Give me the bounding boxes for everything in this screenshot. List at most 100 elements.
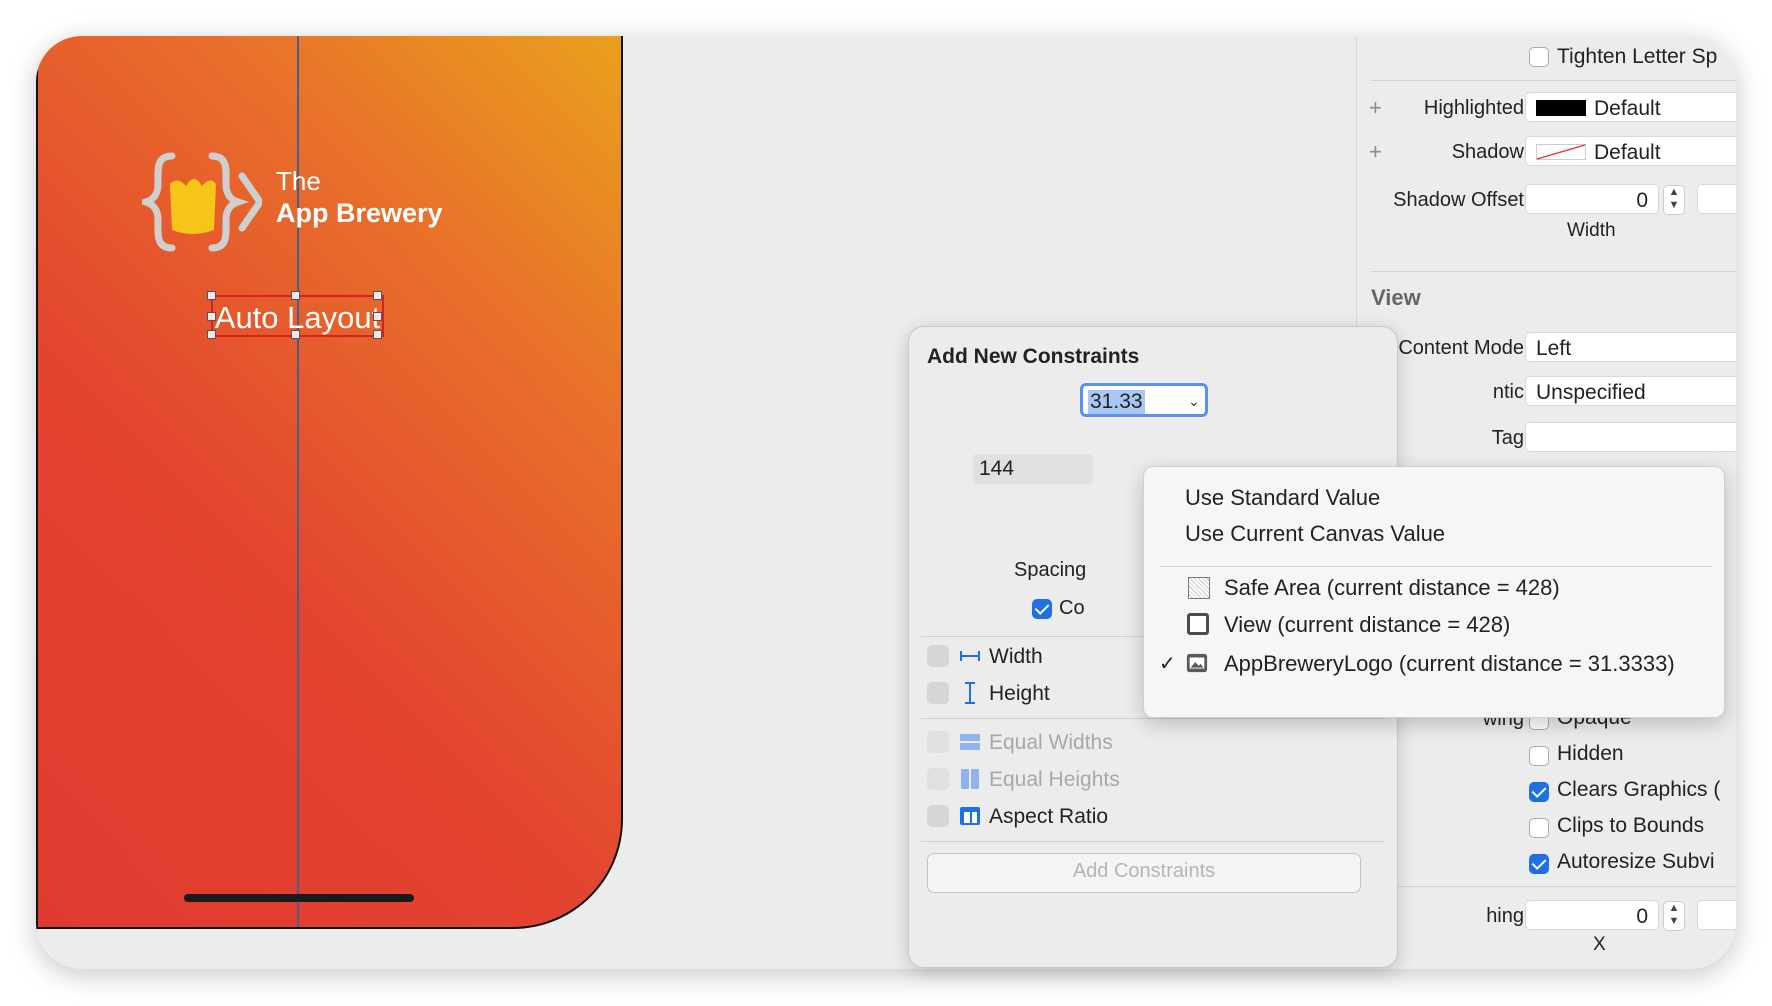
autoresize-label: Autoresize Subvi [1557, 850, 1715, 873]
resize-handle[interactable] [291, 291, 300, 300]
height-label: Height [989, 682, 1050, 705]
semantic-row: ntic Unspecified [1357, 376, 1736, 408]
divider [1371, 886, 1736, 887]
semantic-popup[interactable]: Unspecified [1525, 376, 1736, 406]
chevron-down-icon[interactable]: ⌄ [1188, 393, 1200, 410]
equal-heights-row: Equal Heights [927, 764, 1367, 796]
resize-handle[interactable] [373, 330, 382, 339]
color-swatch [1536, 100, 1586, 116]
stretching-y-field[interactable] [1697, 900, 1736, 930]
tighten-letter-label: Tighten Letter Sp [1557, 45, 1718, 68]
divider [1160, 566, 1712, 567]
constraint-target-menu: Use Standard Value Use Current Canvas Va… [1143, 466, 1725, 718]
plus-icon[interactable]: + [1369, 95, 1382, 121]
brewery-logo-icon [142, 152, 262, 252]
shadow-value: Default [1594, 141, 1661, 164]
highlighted-value: Default [1594, 97, 1661, 120]
stretching-value: 0 [1636, 905, 1648, 928]
equal-widths-row: Equal Widths [927, 727, 1367, 759]
shadow-color-popup[interactable]: Default [1525, 136, 1736, 166]
height-checkbox[interactable] [927, 682, 949, 704]
menu-item-view[interactable]: View (current distance = 428) [1224, 612, 1510, 638]
clears-graphics-checkbox[interactable] [1529, 782, 1549, 802]
clips-to-bounds-checkbox[interactable] [1529, 818, 1549, 838]
width-caption: Width [1567, 220, 1616, 241]
semantic-value: Unspecified [1536, 381, 1646, 404]
menu-item-use-current-canvas-value[interactable]: Use Current Canvas Value [1185, 521, 1445, 547]
clears-graphics-label: Clears Graphics ( [1557, 778, 1721, 801]
plus-icon[interactable]: + [1369, 139, 1382, 165]
resize-handle[interactable] [291, 330, 300, 339]
equal-heights-checkbox[interactable] [927, 768, 949, 790]
hidden-checkbox[interactable] [1529, 746, 1549, 766]
logo-text-name: App Brewery [276, 198, 443, 228]
equal-widths-icon [960, 734, 980, 750]
resize-handle[interactable] [373, 312, 382, 321]
constrain-to-margins-checkbox[interactable] [1032, 599, 1052, 619]
equal-heights-icon [961, 769, 979, 789]
tag-field[interactable] [1525, 422, 1736, 452]
app-brewery-logo[interactable]: The App Brewery [142, 148, 472, 258]
shadow-row: + Shadow Default [1357, 136, 1736, 168]
tighten-letter-checkbox[interactable] [1529, 47, 1549, 67]
resize-handle[interactable] [373, 291, 382, 300]
equal-widths-checkbox[interactable] [927, 731, 949, 753]
tag-label: Tag [1491, 427, 1524, 449]
menu-item-safe-area[interactable]: Safe Area (current distance = 428) [1224, 575, 1560, 601]
leading-constraint-field[interactable]: 144 [973, 454, 1093, 484]
image-view-icon [1186, 653, 1208, 673]
content-mode-row: Content Mode Left [1357, 332, 1736, 364]
equal-heights-label: Equal Heights [989, 768, 1120, 791]
view-icon [1187, 613, 1209, 635]
clips-to-bounds-label: Clips to Bounds [1557, 814, 1705, 837]
highlighted-row: + Highlighted Default [1357, 92, 1736, 124]
top-constraint-field[interactable]: 31.33 ⌄ [1080, 383, 1208, 417]
logo-text-the: The [276, 166, 321, 196]
resize-handle[interactable] [207, 330, 216, 339]
resize-handle[interactable] [207, 291, 216, 300]
home-indicator [184, 894, 414, 902]
shadow-label: Shadow [1451, 141, 1524, 163]
phone-canvas[interactable]: The App Brewery Auto Layout [36, 36, 623, 929]
width-label: Width [989, 645, 1043, 668]
stepper[interactable]: ▲ ▼ [1663, 901, 1685, 931]
shadow-offset-width-field[interactable]: 0 [1525, 184, 1659, 214]
add-constraints-button[interactable]: Add Constraints [927, 853, 1361, 893]
height-icon [965, 682, 975, 704]
shadow-offset-value: 0 [1636, 189, 1648, 212]
view-section-title: View [1371, 285, 1421, 310]
aspect-ratio-icon [960, 807, 980, 825]
menu-item-use-standard-value[interactable]: Use Standard Value [1185, 485, 1380, 511]
menu-item-appbrewerylogo[interactable]: AppBreweryLogo (current distance = 31.33… [1224, 651, 1675, 677]
shadow-offset-label: Shadow Offset [1393, 189, 1524, 211]
resize-handle[interactable] [207, 312, 216, 321]
aspect-ratio-checkbox[interactable] [927, 805, 949, 827]
stretching-label: hing [1486, 905, 1524, 927]
safe-area-icon [1188, 577, 1210, 599]
top-constraint-value: 31.33 [1088, 390, 1145, 414]
divider [921, 718, 1385, 719]
aspect-ratio-row: Aspect Ratio [927, 801, 1367, 833]
width-icon [960, 651, 980, 661]
highlighted-label: Highlighted [1423, 97, 1524, 119]
stretching-x-field[interactable]: 0 [1525, 900, 1659, 930]
no-color-swatch-icon [1536, 144, 1586, 160]
autoresize-checkbox[interactable] [1529, 854, 1549, 874]
highlighted-color-popup[interactable]: Default [1525, 92, 1736, 122]
stepper[interactable]: ▲ ▼ [1663, 185, 1685, 215]
shadow-offset-height-field[interactable] [1697, 184, 1736, 214]
equal-widths-label: Equal Widths [989, 731, 1113, 754]
checkmark-icon: ✓ [1159, 653, 1176, 675]
constrain-to-margins-label: Co [1059, 597, 1085, 619]
popover-title: Add New Constraints [927, 345, 1140, 368]
width-checkbox[interactable] [927, 645, 949, 667]
divider [1371, 80, 1736, 81]
semantic-label: ntic [1492, 381, 1524, 403]
selected-label[interactable]: Auto Layout [207, 291, 384, 339]
tag-row: Tag [1357, 422, 1736, 454]
shadow-offset-row: Shadow Offset 0 ▲ ▼ [1357, 184, 1736, 216]
x-caption: X [1593, 934, 1606, 955]
content-mode-popup[interactable]: Left [1525, 332, 1736, 362]
content-mode-label: Content Mode [1398, 337, 1524, 359]
spacing-label: Spacing [1014, 559, 1087, 581]
